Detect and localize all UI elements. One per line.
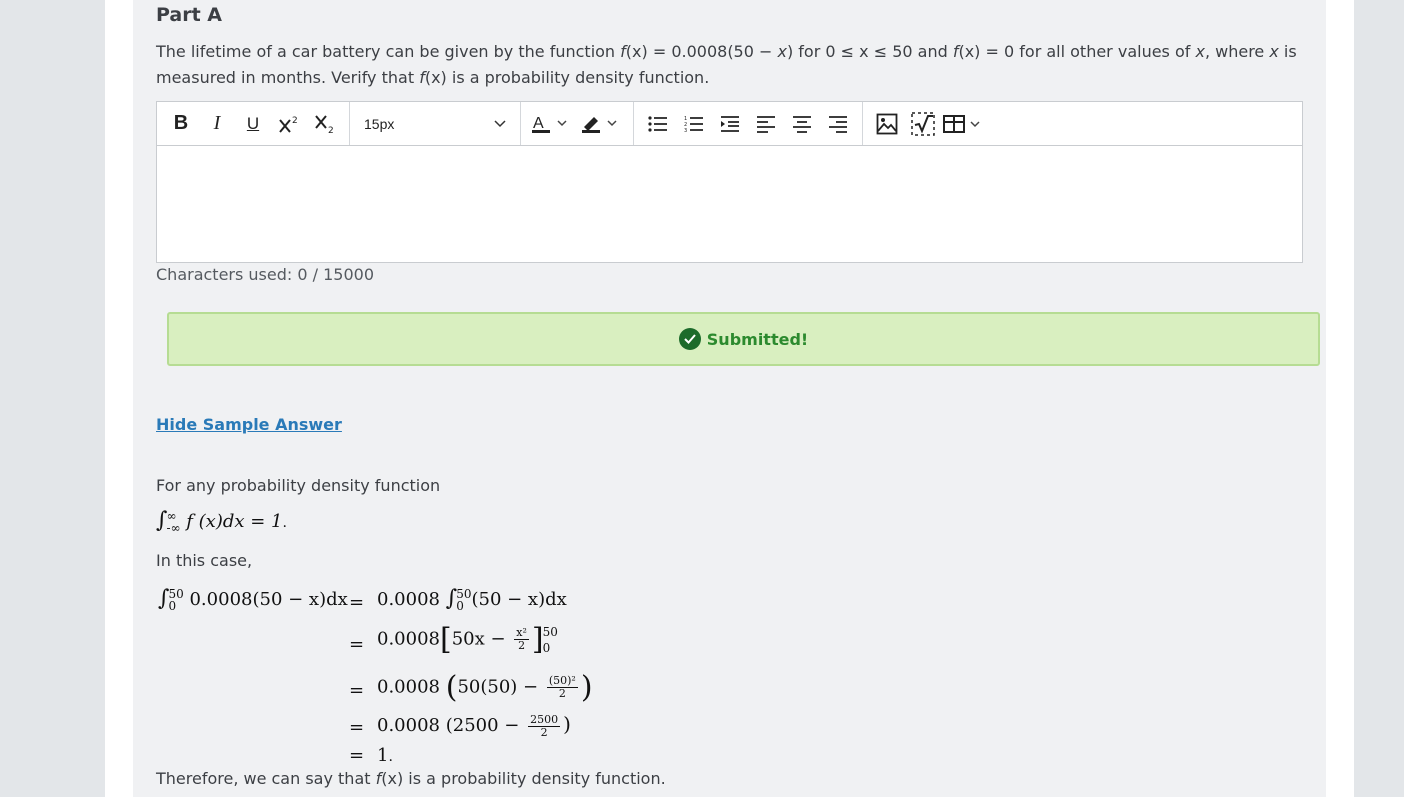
table-icon[interactable] [941, 108, 989, 140]
equals-sign: = [349, 592, 365, 613]
integral-row-3: 0.0008 (50(50) − (50)² 2) [377, 670, 593, 705]
color-group: A [521, 102, 634, 145]
hide-sample-answer-link[interactable]: Hide Sample Answer [156, 415, 342, 434]
svg-text:2: 2 [328, 126, 334, 134]
submitted-banner: Submitted! [167, 312, 1320, 366]
format-group: B I U 2 2 [157, 102, 350, 145]
equation-icon[interactable] [905, 108, 941, 140]
align-left-icon[interactable] [748, 108, 784, 140]
font-size-value: 15px [364, 115, 395, 132]
align-right-icon[interactable] [820, 108, 856, 140]
equals-sign: = [349, 634, 365, 655]
answer-conclusion: Therefore, we can say that f(x) is a pro… [156, 769, 666, 788]
superscript-icon[interactable]: 2 [271, 108, 307, 140]
editor-toolbar: B I U 2 2 15px A 1 2 3 [157, 102, 1302, 146]
bold-button[interactable]: B [163, 108, 199, 140]
part-title: Part A [156, 4, 223, 26]
svg-text:A: A [533, 115, 544, 132]
equals-sign: = [349, 717, 365, 738]
integral-row-5: 1. [377, 745, 393, 766]
font-size-select[interactable]: 15px [356, 108, 514, 140]
integral-row-1-rhs: 0.0008 ∫ 50 0 (50 − x)dx [377, 586, 567, 613]
font-color-icon[interactable]: A [527, 108, 577, 140]
insert-group [863, 102, 995, 145]
rich-text-editor: B I U 2 2 15px A 1 2 3 [156, 101, 1303, 263]
chevron-down-icon [494, 119, 506, 127]
pdf-definition-equation: ∫ ∞ -∞ f (x)dx = 1. [156, 508, 287, 535]
integral-row-4: 0.0008 (2500 − 2500 2) [377, 712, 571, 739]
indent-icon[interactable] [712, 108, 748, 140]
align-center-icon[interactable] [784, 108, 820, 140]
character-count: Characters used: 0 / 15000 [156, 265, 375, 284]
editor-text-area[interactable] [157, 146, 1302, 262]
svg-text:2: 2 [292, 116, 298, 126]
underline-button[interactable]: U [235, 108, 271, 140]
paragraph-group: 123 [634, 102, 863, 145]
bullet-list-icon[interactable] [640, 108, 676, 140]
numbered-list-icon[interactable]: 123 [676, 108, 712, 140]
integral-row-2: 0.0008[50x − x² 2] 50 0 [377, 622, 558, 657]
question-prompt: The lifetime of a car battery can be giv… [156, 42, 1297, 87]
italic-button[interactable]: I [199, 108, 235, 140]
submitted-label: Submitted! [706, 329, 809, 349]
equals-sign: = [349, 745, 365, 766]
answer-line-2: In this case, [156, 551, 253, 570]
subscript-icon[interactable]: 2 [307, 108, 343, 140]
equals-sign: = [349, 680, 365, 701]
image-icon[interactable] [869, 108, 905, 140]
answer-line-1: For any probability density function [156, 476, 441, 495]
svg-text:3: 3 [684, 128, 687, 133]
integral-row-1-lhs: ∫ 50 0 0.0008(50 − x)dx [158, 586, 348, 613]
checkmark-icon [678, 328, 701, 350]
highlight-icon[interactable] [577, 108, 627, 140]
font-size-group: 15px [350, 102, 521, 145]
